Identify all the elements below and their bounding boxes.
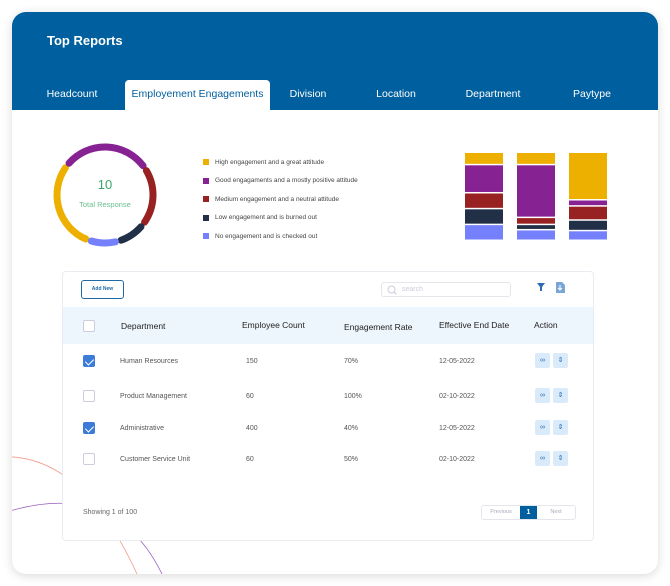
export-file-icon[interactable] <box>555 282 565 293</box>
bar-segment <box>517 225 555 229</box>
legend-item: High engagement and a great attitude <box>203 153 358 172</box>
previous-button[interactable]: Previous <box>482 506 520 519</box>
donut-segment <box>65 143 147 170</box>
cell-department: Human Resources <box>120 358 178 365</box>
legend-swatch <box>203 177 209 184</box>
cell-department: Customer Service Unit <box>120 456 191 463</box>
table-row: Administrative 400 40% 12-05-2022 ∞ ⇕ <box>63 414 593 444</box>
cell-engagement-rate: 40% <box>344 425 359 432</box>
cell-employee-count: 400 <box>246 425 258 432</box>
legend-item: No engagement and is checked out <box>203 227 358 246</box>
row-checkbox[interactable] <box>83 453 95 465</box>
showing-count: Showing 1 of 100 <box>83 509 138 516</box>
donut-segment <box>141 167 157 226</box>
page-1-button[interactable]: 1 <box>520 506 537 519</box>
legend-swatch <box>203 233 209 240</box>
report-card: Top Reports Headcount Employement Engage… <box>12 12 658 574</box>
link-icon[interactable]: ∞ <box>535 388 550 403</box>
legend-label: Medium engagement and a neutral attitude <box>215 195 339 203</box>
bar-segment <box>569 220 607 230</box>
cell-engagement-rate: 70% <box>344 358 359 365</box>
col-department[interactable]: Department <box>121 321 165 331</box>
col-action: Action <box>534 320 558 330</box>
tab-division[interactable]: Division <box>277 80 339 110</box>
bar-segment <box>465 165 503 192</box>
col-employee-count[interactable]: Employee Count <box>242 320 305 330</box>
header: Top Reports Headcount Employement Engage… <box>12 12 658 110</box>
legend-swatch <box>203 159 209 166</box>
cell-employee-count: 60 <box>246 393 254 400</box>
donut-segment <box>87 237 119 247</box>
legend-swatch <box>203 214 209 221</box>
row-checkbox[interactable] <box>83 355 95 367</box>
search-placeholder: search <box>402 286 424 293</box>
bar-segment <box>569 200 607 206</box>
cell-department: Product Management <box>120 393 187 400</box>
total-response-value: 10 <box>97 177 113 192</box>
legend-label: Good engagaments and a mostly positive a… <box>215 177 358 185</box>
select-all-checkbox[interactable] <box>83 320 95 332</box>
sort-toggle-icon[interactable]: ⇕ <box>553 420 568 435</box>
cell-employee-count: 60 <box>246 456 254 463</box>
col-engagement-rate[interactable]: Engagement Rate <box>344 322 413 332</box>
cell-employee-count: 150 <box>246 358 258 365</box>
bar-segment <box>465 209 503 224</box>
filter-icon[interactable] <box>536 282 546 292</box>
legend: High engagement and a great attitude Goo… <box>203 153 358 246</box>
legend-label: High engagement and a great attitude <box>215 158 325 166</box>
donut-segment <box>117 223 145 244</box>
tab-employement-engagements[interactable]: Employement Engagements <box>125 80 270 110</box>
table-row: Customer Service Unit 60 50% 02-10-2022 … <box>63 445 593 475</box>
bar-segment <box>569 206 607 220</box>
bar-segment <box>517 165 555 217</box>
search-input[interactable]: search <box>381 282 511 297</box>
pagination: Previous 1 Next <box>481 505 576 520</box>
table-card: Add New search Department Employee Count… <box>62 271 594 541</box>
cell-end-date: 02-10-2022 <box>439 456 475 463</box>
table-row: Product Management 60 100% 02-10-2022 ∞ … <box>63 382 593 412</box>
bar-segment <box>569 153 607 200</box>
bar-segment <box>517 230 555 240</box>
cell-engagement-rate: 100% <box>344 393 362 400</box>
table-header: Department Employee Count Engagement Rat… <box>63 307 593 344</box>
sort-toggle-icon[interactable]: ⇕ <box>553 451 568 466</box>
sort-toggle-icon[interactable]: ⇕ <box>553 388 568 403</box>
col-effective-end-date[interactable]: Effective End Date <box>439 320 509 330</box>
cell-end-date: 12-05-2022 <box>439 358 475 365</box>
next-button[interactable]: Next <box>537 506 575 519</box>
table-row: Human Resources 150 70% 12-05-2022 ∞ ⇕ <box>63 347 593 377</box>
legend-label: Low engagement and is burned out <box>215 214 317 222</box>
row-checkbox[interactable] <box>83 390 95 402</box>
link-icon[interactable]: ∞ <box>535 353 550 368</box>
add-new-button[interactable]: Add New <box>81 280 124 299</box>
legend-swatch <box>203 196 209 203</box>
legend-item: Good engagaments and a mostly positive a… <box>203 172 358 191</box>
stacked-bar-chart <box>465 153 607 240</box>
legend-item: Low engagement and is burned out <box>203 209 358 228</box>
tab-paytype[interactable]: Paytype <box>557 80 627 110</box>
cell-department: Administrative <box>120 425 164 432</box>
bar-segment <box>517 153 555 164</box>
bar-segment <box>465 193 503 208</box>
bar-segment <box>569 231 607 240</box>
cell-end-date: 12-05-2022 <box>439 425 475 432</box>
cell-engagement-rate: 50% <box>344 456 359 463</box>
link-icon[interactable]: ∞ <box>535 451 550 466</box>
donut-chart <box>53 143 157 247</box>
page-title: Top Reports <box>47 33 123 48</box>
legend-item: Medium engagement and a neutral attitude <box>203 190 358 209</box>
sort-toggle-icon[interactable]: ⇕ <box>553 353 568 368</box>
tab-location[interactable]: Location <box>362 80 430 110</box>
total-response-label: Total Response <box>79 200 131 209</box>
search-icon <box>387 285 397 295</box>
tab-department[interactable]: Department <box>452 80 534 110</box>
cell-end-date: 02-10-2022 <box>439 393 475 400</box>
bar-segment <box>465 153 503 164</box>
row-checkbox[interactable] <box>83 422 95 434</box>
link-icon[interactable]: ∞ <box>535 420 550 435</box>
legend-label: No engagement and is checked out <box>215 232 318 240</box>
bar-segment <box>465 225 503 240</box>
tab-headcount[interactable]: Headcount <box>32 80 112 110</box>
bar-segment <box>517 218 555 224</box>
